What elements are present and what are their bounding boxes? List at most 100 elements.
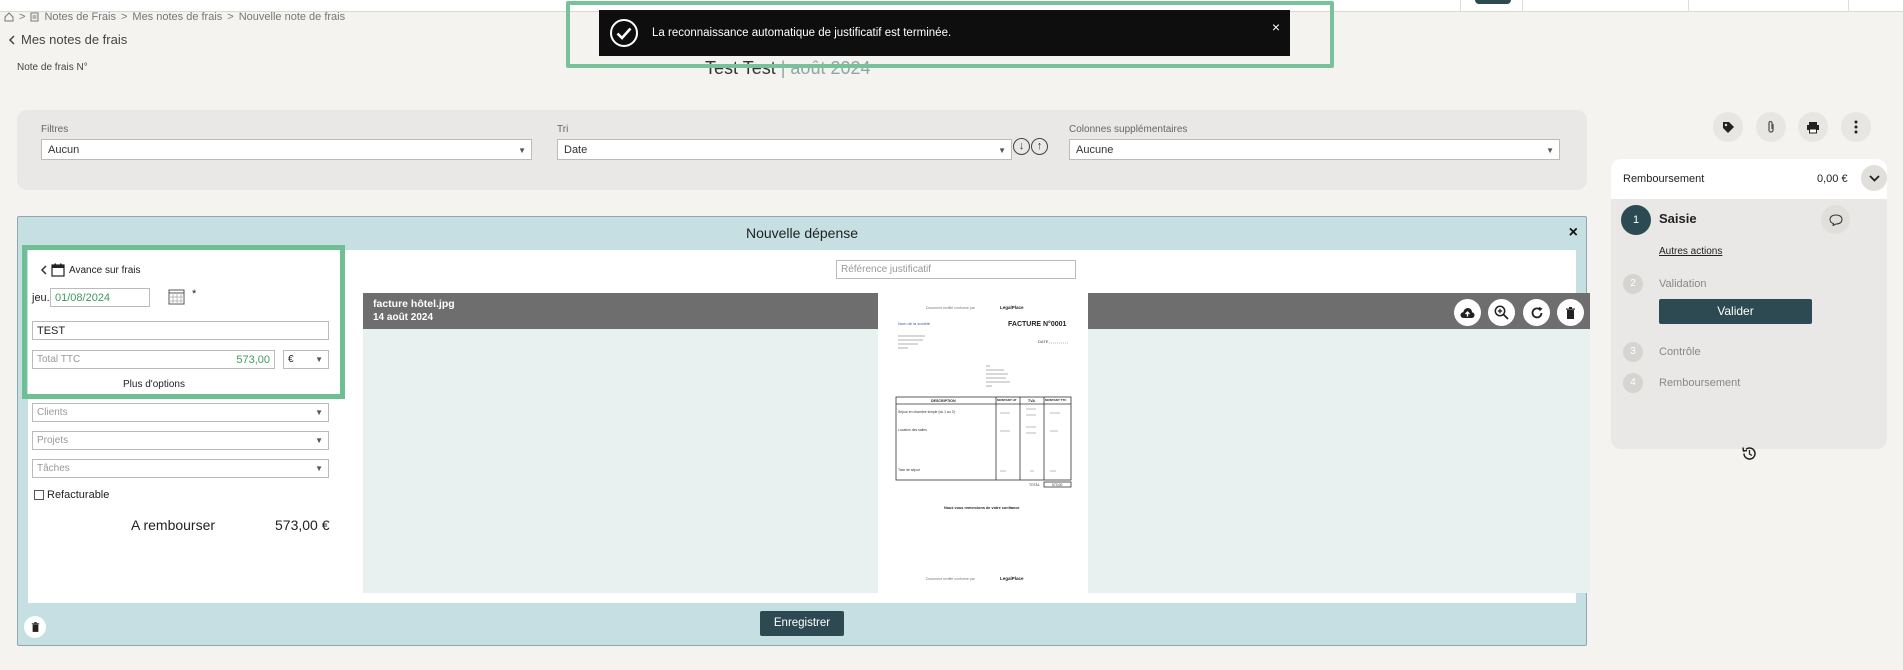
- sort-descending-icon[interactable]: ↓: [1013, 138, 1030, 155]
- taches-select[interactable]: Tâches ▼: [32, 459, 329, 478]
- invoice-footer-header: Document certifié conforme par: [926, 577, 976, 581]
- zoom-in-icon: [1494, 305, 1509, 320]
- close-icon[interactable]: ×: [1272, 19, 1280, 35]
- note-number-label: Note de frais N°: [17, 62, 88, 73]
- projets-placeholder: Projets: [37, 435, 69, 446]
- comment-button[interactable]: [1821, 205, 1850, 234]
- zoom-button[interactable]: [1488, 299, 1515, 326]
- toast-message: La reconnaissance automatique de justifi…: [652, 27, 952, 39]
- print-button[interactable]: [1798, 112, 1828, 142]
- invoice-total-label: TOTAL: [1029, 483, 1040, 487]
- invoice-total-value: 573,00: [1052, 483, 1062, 487]
- caret-down-icon: ▼: [315, 408, 323, 417]
- chevron-down-icon: [1868, 174, 1880, 182]
- toast-notification: La reconnaissance automatique de justifi…: [599, 10, 1290, 56]
- back-link-label: Mes notes de frais: [21, 32, 128, 47]
- invoice-col-description: DESCRIPTION: [931, 399, 956, 403]
- printer-icon: [1807, 121, 1819, 133]
- invoice-date-label: DATE: [1038, 339, 1049, 344]
- projets-select[interactable]: Projets ▼: [32, 431, 329, 450]
- status-header-amount: 0,00 €: [1817, 173, 1848, 185]
- delete-file-button[interactable]: [1557, 299, 1584, 326]
- breadcrumb: > Notes de Frais > Mes notes de frais > …: [4, 11, 345, 23]
- invoice-brand: LegalPlace: [1000, 305, 1024, 310]
- more-button[interactable]: [1841, 112, 1871, 142]
- comment-icon: [1828, 213, 1843, 226]
- dialog-title: Nouvelle dépense: [745, 225, 859, 241]
- clients-select[interactable]: Clients ▼: [32, 403, 329, 422]
- filtres-value: Aucun: [48, 144, 80, 156]
- kebab-icon: [1854, 120, 1858, 134]
- invoice-row-3: Taxe de séjour: [898, 468, 921, 472]
- step-3-circle: 3: [1623, 342, 1643, 362]
- breadcrumb-item-notes-de-frais[interactable]: Notes de Frais: [44, 11, 116, 23]
- colonnes-select[interactable]: Aucune ▼: [1069, 139, 1560, 160]
- autres-actions-link[interactable]: Autres actions: [1659, 246, 1722, 257]
- tag-button[interactable]: [1713, 112, 1743, 142]
- tri-label: Tri: [557, 124, 569, 135]
- breadcrumb-item-mes-notes[interactable]: Mes notes de frais: [132, 11, 222, 23]
- step-2-circle: 2: [1623, 274, 1643, 294]
- caret-down-icon: ▼: [315, 464, 323, 473]
- invoice-row-2: Location des salles: [898, 428, 927, 432]
- receipt-viewer: facture hôtel.jpg 14 août 2024 Document …: [363, 293, 1590, 593]
- document-icon: [30, 12, 39, 22]
- chevron-left-icon: [8, 34, 15, 45]
- invoice-row-1: Séjour en chambre simple (du 1 au 3): [898, 410, 955, 414]
- header-separator: [1848, 0, 1849, 12]
- history-icon[interactable]: [1741, 445, 1758, 462]
- step-2-label: Validation: [1659, 278, 1707, 290]
- workflow-status-card: Remboursement 0,00 € 1 Saisie Autres act…: [1611, 159, 1887, 460]
- sort-ascending-icon[interactable]: ↑: [1031, 138, 1048, 155]
- step-3-label: Contrôle: [1659, 346, 1701, 358]
- invoice-col-tva: TVA: [1028, 399, 1035, 403]
- home-icon[interactable]: [4, 12, 14, 22]
- receipt-document: Document certifié conforme par LegalPlac…: [878, 293, 1088, 593]
- trash-icon: [31, 622, 39, 632]
- step-4-label: Remboursement: [1659, 377, 1741, 389]
- invoice-thanks: Nous vous remercions de votre confiance: [944, 506, 1020, 510]
- invoice-header: Document certifié conforme par: [926, 306, 976, 310]
- save-button[interactable]: Enregistrer: [760, 611, 844, 636]
- paperclip-icon: [1768, 120, 1774, 133]
- back-link[interactable]: Mes notes de frais: [8, 32, 127, 47]
- rotate-icon: [1531, 306, 1542, 318]
- collapse-button[interactable]: [1861, 165, 1887, 191]
- upload-button[interactable]: [1454, 299, 1481, 326]
- valider-button[interactable]: Valider: [1659, 299, 1812, 324]
- tri-value: Date: [564, 144, 588, 156]
- invoice-image: Document certifié conforme par LegalPlac…: [895, 305, 1072, 581]
- invoice-seller: Nom de la société: [898, 321, 931, 326]
- reference-placeholder: Référence justificatif: [841, 264, 932, 275]
- close-icon[interactable]: ×: [1569, 224, 1578, 242]
- refacturable-checkbox[interactable]: [34, 490, 44, 500]
- taches-placeholder: Tâches: [37, 463, 70, 474]
- rotate-button[interactable]: [1523, 299, 1550, 326]
- step-4-circle: 4: [1623, 373, 1643, 393]
- a-rembourser-amount: 573,00 €: [275, 517, 330, 533]
- delete-expense-button[interactable]: [24, 616, 46, 638]
- tag-icon: [1722, 121, 1734, 133]
- invoice-title: FACTURE N°0001: [1008, 320, 1067, 328]
- filtres-select[interactable]: Aucun ▼: [41, 139, 532, 160]
- highlight-frame: [22, 245, 345, 399]
- header-active-tab[interactable]: [1475, 0, 1511, 4]
- reference-field[interactable]: Référence justificatif: [836, 260, 1076, 279]
- header-separator: [1522, 0, 1523, 12]
- breadcrumb-item-current: Nouvelle note de frais: [238, 11, 346, 23]
- attach-button[interactable]: [1756, 112, 1786, 142]
- tri-select[interactable]: Date ▼: [557, 139, 1012, 160]
- caret-down-icon: ▼: [518, 146, 526, 155]
- step-1-label: Saisie: [1659, 211, 1697, 226]
- header-separator: [1460, 0, 1461, 12]
- breadcrumb-separator: >: [120, 11, 128, 23]
- caret-down-icon: ▼: [315, 436, 323, 445]
- header-separator: [1688, 0, 1689, 12]
- cloud-upload-icon: [1460, 307, 1475, 318]
- file-name: facture hôtel.jpg: [373, 298, 455, 310]
- file-date: 14 août 2024: [373, 312, 434, 323]
- invoice-footer-brand: LegalPlace: [1000, 576, 1024, 581]
- status-header-label: Remboursement: [1623, 173, 1705, 185]
- a-rembourser-label: A rembourser: [131, 517, 216, 533]
- clients-placeholder: Clients: [37, 407, 68, 418]
